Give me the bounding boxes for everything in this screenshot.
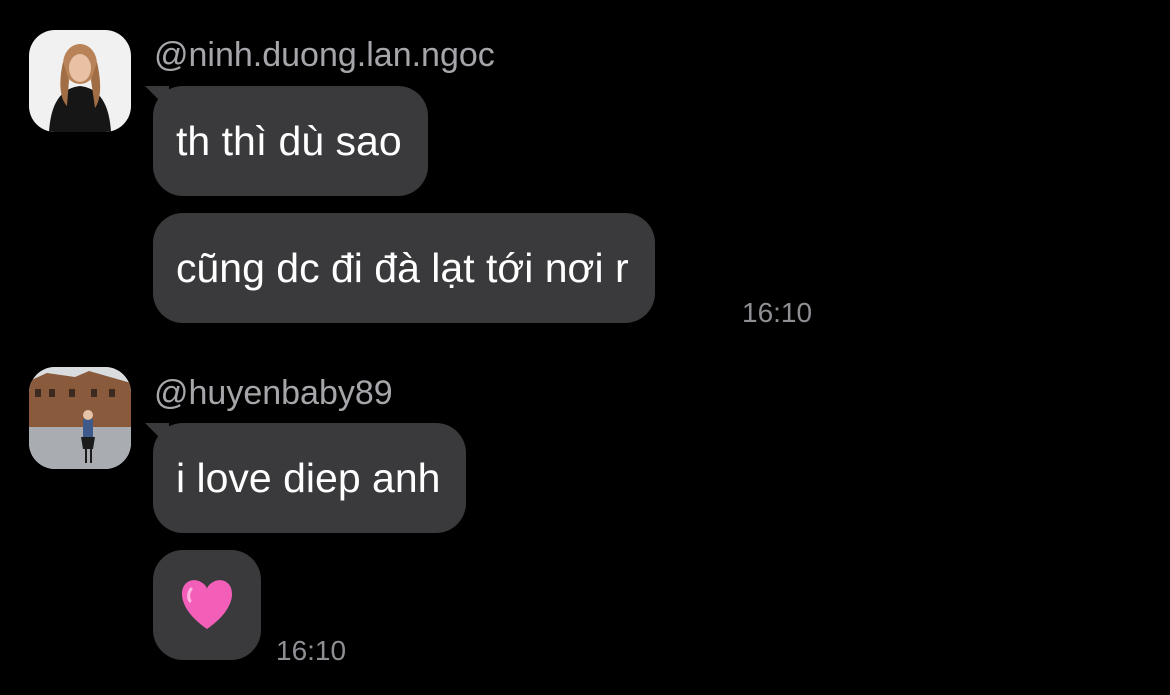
message-bubble[interactable] [153, 550, 261, 660]
avatar-image [29, 367, 131, 469]
message-timestamp: 16:10 [276, 635, 347, 666]
message-group-2: @huyenbaby89 i love diep anh 16:10 [0, 0, 1170, 695]
pink-heart-icon [181, 580, 233, 629]
sender-username[interactable]: @huyenbaby89 [154, 376, 393, 410]
avatar[interactable] [29, 367, 131, 469]
message-bubble[interactable]: i love diep anh [153, 423, 467, 533]
